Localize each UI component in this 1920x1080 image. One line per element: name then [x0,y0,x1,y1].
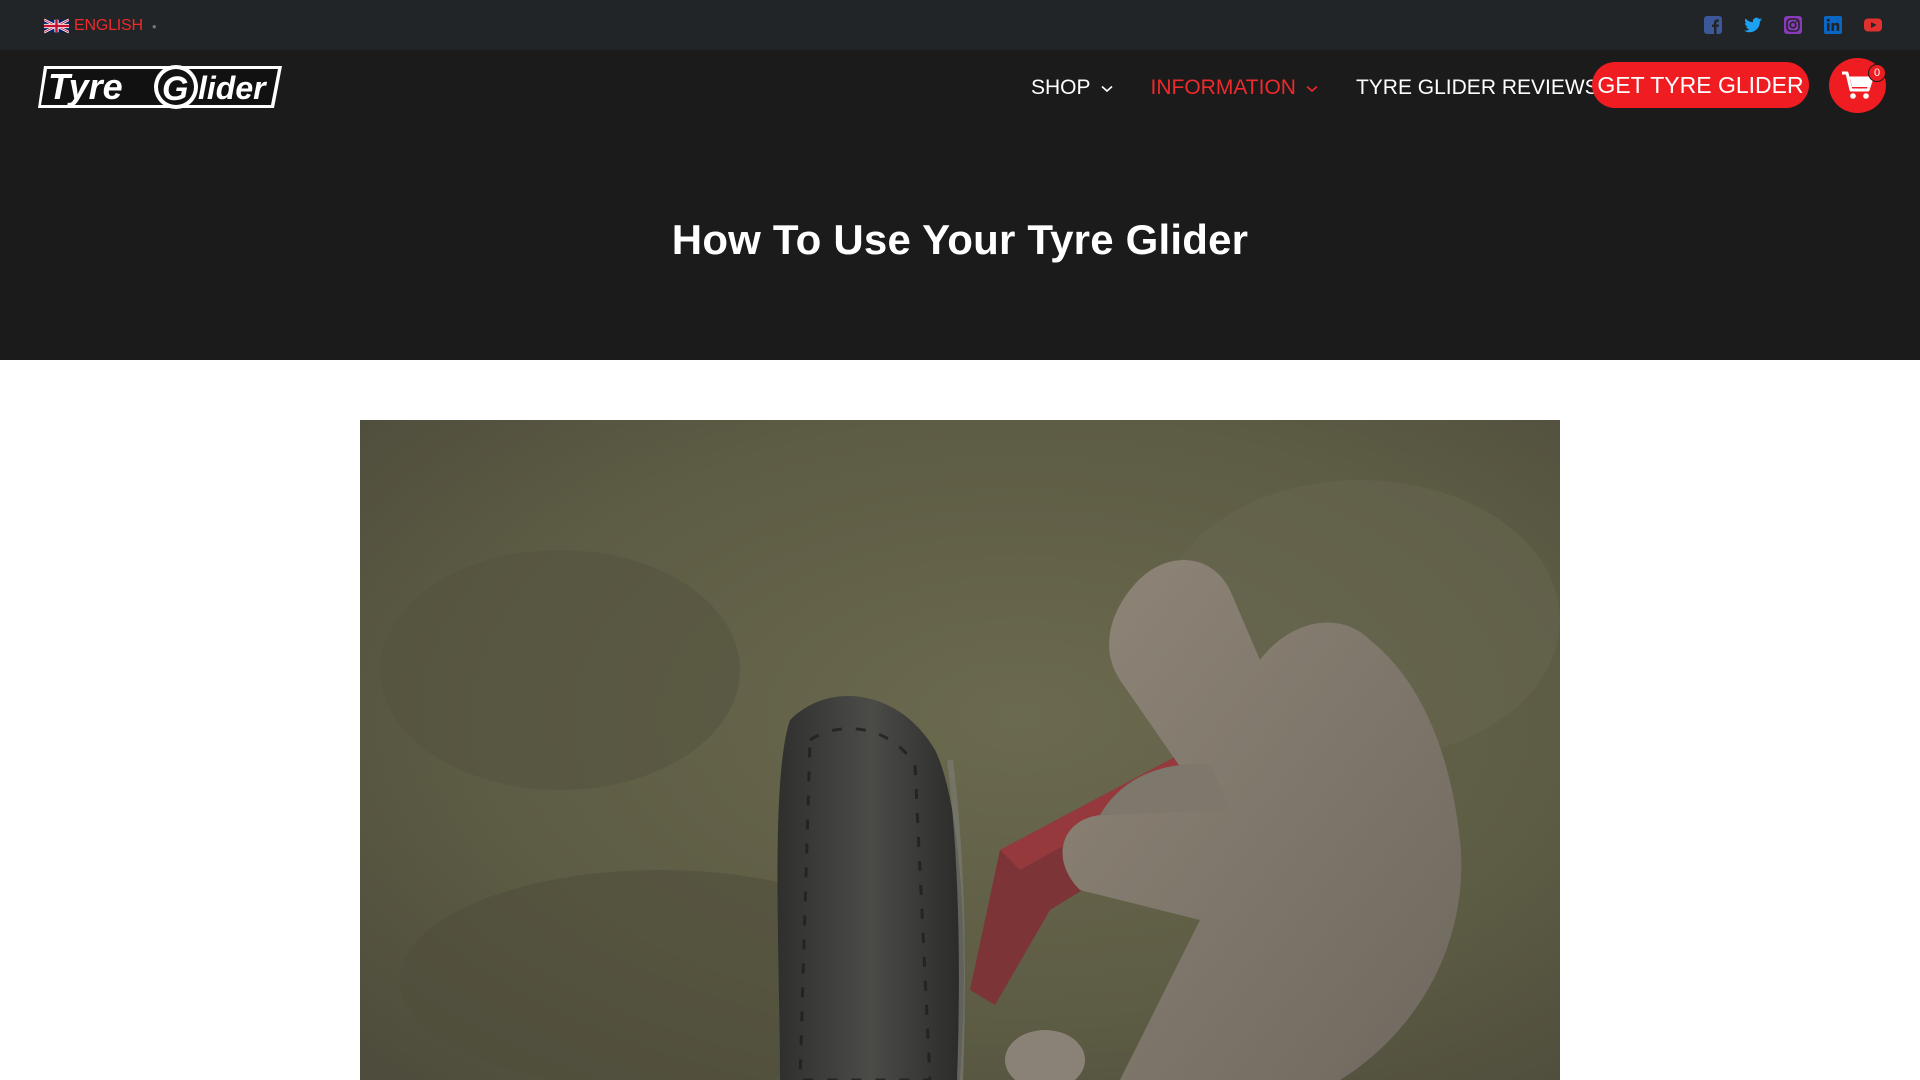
youtube-icon[interactable] [1863,15,1883,35]
page-title: How To Use Your Tyre Glider [671,216,1249,263]
svg-text:Tyre: Tyre [48,66,123,107]
nav-item-label: INFORMATION [1150,76,1296,99]
twitter-icon[interactable] [1743,15,1763,35]
tyre-glider-photo [360,420,1560,1080]
language-label: ENGLISH [74,17,143,34]
uk-flag-icon [44,18,69,34]
nav-item-information[interactable]: INFORMATION [1151,72,1318,104]
svg-text:lider: lider [198,70,267,106]
social-links [1703,15,1883,35]
nav-item-reviews[interactable]: TYRE GLIDER REVIEWS [1356,72,1599,104]
dropdown-dot-icon: ● [151,21,157,31]
get-tyre-glider-button[interactable]: GET TYRE GLIDER [1592,62,1809,108]
nav-item-label: TYRE GLIDER REVIEWS [1355,76,1599,99]
site-logo[interactable]: Tyre G lider [38,60,282,114]
top-bar: ENGLISH ● [0,0,1920,50]
nav-item-label: SHOP [1031,76,1091,99]
cart-count-badge: 0 [1868,64,1886,82]
instagram-icon[interactable] [1783,15,1803,35]
facebook-icon[interactable] [1703,15,1723,35]
chevron-down-icon [1100,85,1113,93]
nav-item-shop[interactable]: SHOP [1031,72,1113,104]
cart-button[interactable]: 0 [1829,58,1886,113]
chevron-down-icon [1306,85,1318,93]
language-switcher[interactable]: ENGLISH ● [44,16,157,36]
hero-video-thumbnail[interactable] [360,420,1560,1080]
site-header: Tyre G lider SHOP INFORMATION TYRE GLIDE… [0,50,1920,360]
linkedin-icon[interactable] [1823,15,1843,35]
svg-text:G: G [162,70,188,108]
main-navigation: SHOP INFORMATION TYRE GLIDER REVIEWS [1031,72,1599,104]
